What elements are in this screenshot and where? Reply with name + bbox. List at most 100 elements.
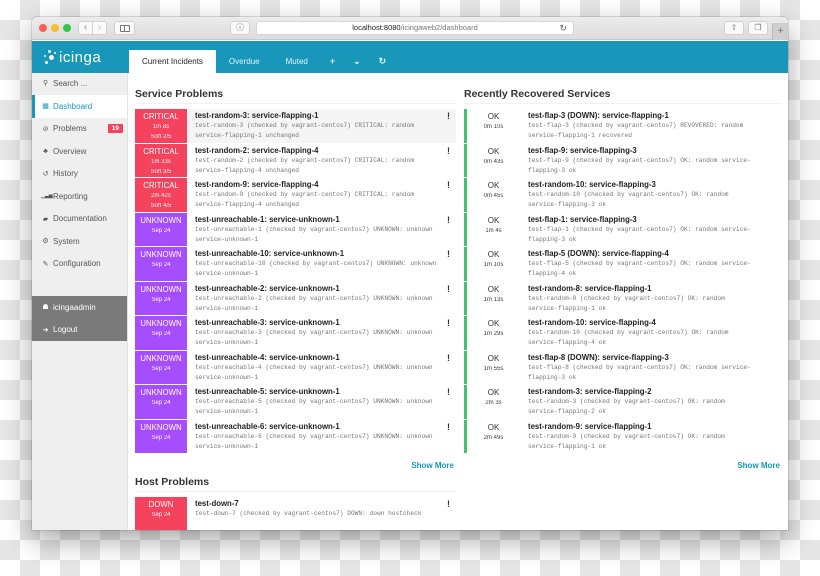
- plugin-output: test-unreachable-1 (checked by vagrant-c…: [195, 225, 433, 243]
- tab-overdue[interactable]: Overdue: [216, 50, 273, 73]
- state-label: UNKNOWN: [140, 319, 182, 328]
- row-title[interactable]: test-unreachable-10: service-unknown-1: [195, 249, 456, 259]
- table-row[interactable]: OK 0m 43s test-flap-9: service-flapping-3 t…: [464, 143, 782, 178]
- table-row[interactable]: UNKNOWN Sep 24 test-unreachable-4: service…: [135, 350, 456, 385]
- row-title[interactable]: test-random-8: service-flapping-1: [528, 284, 782, 294]
- service-problems-show-more-link[interactable]: Show More: [135, 461, 456, 470]
- add-dashlet-icon[interactable]: +: [321, 50, 344, 73]
- row-title[interactable]: test-unreachable-4: service-unknown-1: [195, 353, 456, 363]
- row-title[interactable]: test-random-9: service-flapping-4: [195, 180, 456, 190]
- service-name: service-flapping-4: [251, 145, 319, 155]
- tab-muted[interactable]: Muted: [273, 50, 321, 73]
- acknowledge-icon[interactable]: !: [447, 180, 450, 190]
- table-row[interactable]: OK 0m 45s test-random-10: service-flapping…: [464, 178, 782, 213]
- icinga-logo[interactable]: icinga: [44, 47, 101, 67]
- table-row[interactable]: UNKNOWN Sep 24 test-unreachable-5: service…: [135, 385, 456, 420]
- sidebar-item-problems[interactable]: ⊘ Problems 19: [32, 118, 127, 141]
- row-title[interactable]: test-unreachable-6: service-unknown-1: [195, 422, 456, 432]
- sidebar-item-history[interactable]: ↺ History: [32, 163, 127, 186]
- row-title[interactable]: test-random-10: service-flapping-4: [528, 318, 782, 328]
- search-input[interactable]: ⚲ Search ...: [32, 73, 127, 95]
- table-row[interactable]: UNKNOWN Sep 24 test-unreachable-6: service…: [135, 419, 456, 454]
- acknowledge-icon[interactable]: !: [447, 215, 450, 225]
- acknowledge-icon[interactable]: !: [447, 387, 450, 397]
- tab-current-incidents[interactable]: Current Incidents: [129, 50, 216, 73]
- state-badge-critical: CRITICAL 1m 33s Soft 3/5: [135, 143, 187, 177]
- table-row[interactable]: OK 0m 10s test-flap-3 (DOWN): service-flap…: [464, 109, 782, 144]
- row-title[interactable]: test-flap-3 (DOWN): service-flapping-1: [528, 111, 782, 121]
- row-title[interactable]: test-flap-8 (DOWN): service-flapping-3: [528, 353, 782, 363]
- table-row[interactable]: OK 2m 49s test-random-9: service-flapping-…: [464, 419, 782, 454]
- row-title[interactable]: test-unreachable-3: service-unknown-1: [195, 318, 456, 328]
- table-row[interactable]: CRITICAL 1m 8s Soft 2/5 test-random-3: serv…: [135, 109, 456, 144]
- acknowledge-icon[interactable]: !: [447, 111, 450, 121]
- share-button[interactable]: ⇧: [724, 21, 744, 35]
- row-title[interactable]: test-random-2: service-flapping-4: [195, 146, 456, 156]
- row-title[interactable]: test-flap-9: service-flapping-3: [528, 146, 782, 156]
- acknowledge-icon[interactable]: !: [447, 318, 450, 328]
- sidebar-item-user[interactable]: ☗ icingaadmin: [32, 296, 127, 319]
- table-row[interactable]: OK 1m 10s test-flap-5 (DOWN): service-flap…: [464, 247, 782, 282]
- share-icon: ⇧: [730, 23, 738, 32]
- state-badge-critical: CRITICAL 1m 8s Soft 2/5: [135, 109, 187, 143]
- table-row[interactable]: OK 1m 4s test-flap-1: service-flapping-3 te…: [464, 212, 782, 247]
- sidebar-item-overview[interactable]: ♣ Overview: [32, 140, 127, 163]
- row-title[interactable]: test-random-3: service-flapping-2: [528, 387, 782, 397]
- forward-button[interactable]: ›: [92, 21, 107, 35]
- refresh-icon[interactable]: ↻: [370, 50, 396, 73]
- table-row[interactable]: UNKNOWN Sep 24 test-unreachable-3: service…: [135, 316, 456, 351]
- row-info: test-random-9: service-flapping-4 test-ra…: [187, 178, 456, 212]
- table-row[interactable]: CRITICAL 2m 42s Soft 4/5 test-random-9: ser…: [135, 178, 456, 213]
- row-info: test-random-2: service-flapping-4 test-ra…: [187, 144, 456, 178]
- new-tab-button[interactable]: +: [772, 23, 788, 40]
- state-label: CRITICAL: [143, 181, 179, 190]
- back-button[interactable]: ‹: [78, 21, 93, 35]
- close-window-button[interactable]: [39, 24, 47, 32]
- acknowledge-icon[interactable]: !: [447, 422, 450, 432]
- reload-icon[interactable]: ↻: [559, 22, 567, 34]
- privacy-report-button[interactable]: ⓘ: [230, 21, 250, 35]
- acknowledge-icon[interactable]: !: [447, 353, 450, 363]
- sidebar-item-system[interactable]: ⚙ System: [32, 230, 127, 253]
- acknowledge-icon[interactable]: !: [447, 146, 450, 156]
- sidebar-item-dashboard[interactable]: ▦ Dashboard: [32, 95, 127, 118]
- row-title[interactable]: test-unreachable-5: service-unknown-1: [195, 387, 456, 397]
- recovered-services-show-more-link[interactable]: Show More: [464, 461, 782, 470]
- minimize-window-button[interactable]: [51, 24, 59, 32]
- show-tabs-button[interactable]: ❐: [748, 21, 768, 35]
- table-row[interactable]: UNKNOWN Sep 24 test-unreachable-2: service…: [135, 281, 456, 316]
- acknowledge-icon[interactable]: !: [447, 499, 450, 509]
- table-row[interactable]: DOWN Sep 24 test-down-7 test-down-7 (checke…: [135, 497, 456, 530]
- recovered-services-heading: Recently Recovered Services: [464, 88, 782, 104]
- row-title[interactable]: test-random-10: service-flapping-3: [528, 180, 782, 190]
- state-duration: 2m 42s: [151, 193, 171, 199]
- plugin-output: test-unreachable-10 (checked by vagrant-…: [195, 260, 437, 277]
- row-title[interactable]: test-flap-1: service-flapping-3: [528, 215, 782, 225]
- table-row[interactable]: OK 2m 3s test-random-3: service-flapping-2…: [464, 385, 782, 420]
- row-info: test-random-8: service-flapping-1 test-ra…: [520, 282, 782, 316]
- address-bar[interactable]: localhost:8080/icingaweb2/dashboard ↻: [256, 21, 574, 35]
- row-title[interactable]: test-random-9: service-flapping-1: [528, 422, 782, 432]
- sidebar-item-logout[interactable]: ➜ Logout: [32, 319, 127, 342]
- table-row[interactable]: OK 1m 13s test-random-8: service-flapping-…: [464, 281, 782, 316]
- table-row[interactable]: CRITICAL 1m 33s Soft 3/5 test-random-2: ser…: [135, 143, 456, 178]
- acknowledge-icon[interactable]: !: [447, 249, 450, 259]
- toggle-sidebar-button[interactable]: [114, 21, 135, 35]
- table-row[interactable]: OK 1m 55s test-flap-8 (DOWN): service-flap…: [464, 350, 782, 385]
- row-title[interactable]: test-random-3: service-flapping-1: [195, 111, 456, 121]
- table-row[interactable]: OK 1m 29s test-random-10: service-flapping…: [464, 316, 782, 351]
- sidebar-item-documentation[interactable]: ▰ Documentation: [32, 208, 127, 231]
- state-label: UNKNOWN: [140, 284, 182, 294]
- row-title[interactable]: test-flap-5 (DOWN): service-flapping-4: [528, 249, 782, 259]
- row-title[interactable]: test-unreachable-1: service-unknown-1: [195, 215, 456, 225]
- zoom-window-button[interactable]: [63, 24, 71, 32]
- sidebar-item-configuration[interactable]: ✎ Configuration: [32, 253, 127, 276]
- acknowledge-icon[interactable]: !: [447, 284, 450, 294]
- table-row[interactable]: UNKNOWN Sep 24 test-unreachable-10: servic…: [135, 247, 456, 282]
- state-duration: 0m 43s: [483, 158, 504, 165]
- sidebar-item-reporting[interactable]: ▁▃▅ Reporting: [32, 185, 127, 208]
- row-title[interactable]: test-down-7: [195, 499, 456, 509]
- chevron-down-icon[interactable]: ⌄: [344, 50, 370, 73]
- row-title[interactable]: test-unreachable-2: service-unknown-1: [195, 284, 456, 294]
- table-row[interactable]: UNKNOWN Sep 24 test-unreachable-1: service…: [135, 212, 456, 247]
